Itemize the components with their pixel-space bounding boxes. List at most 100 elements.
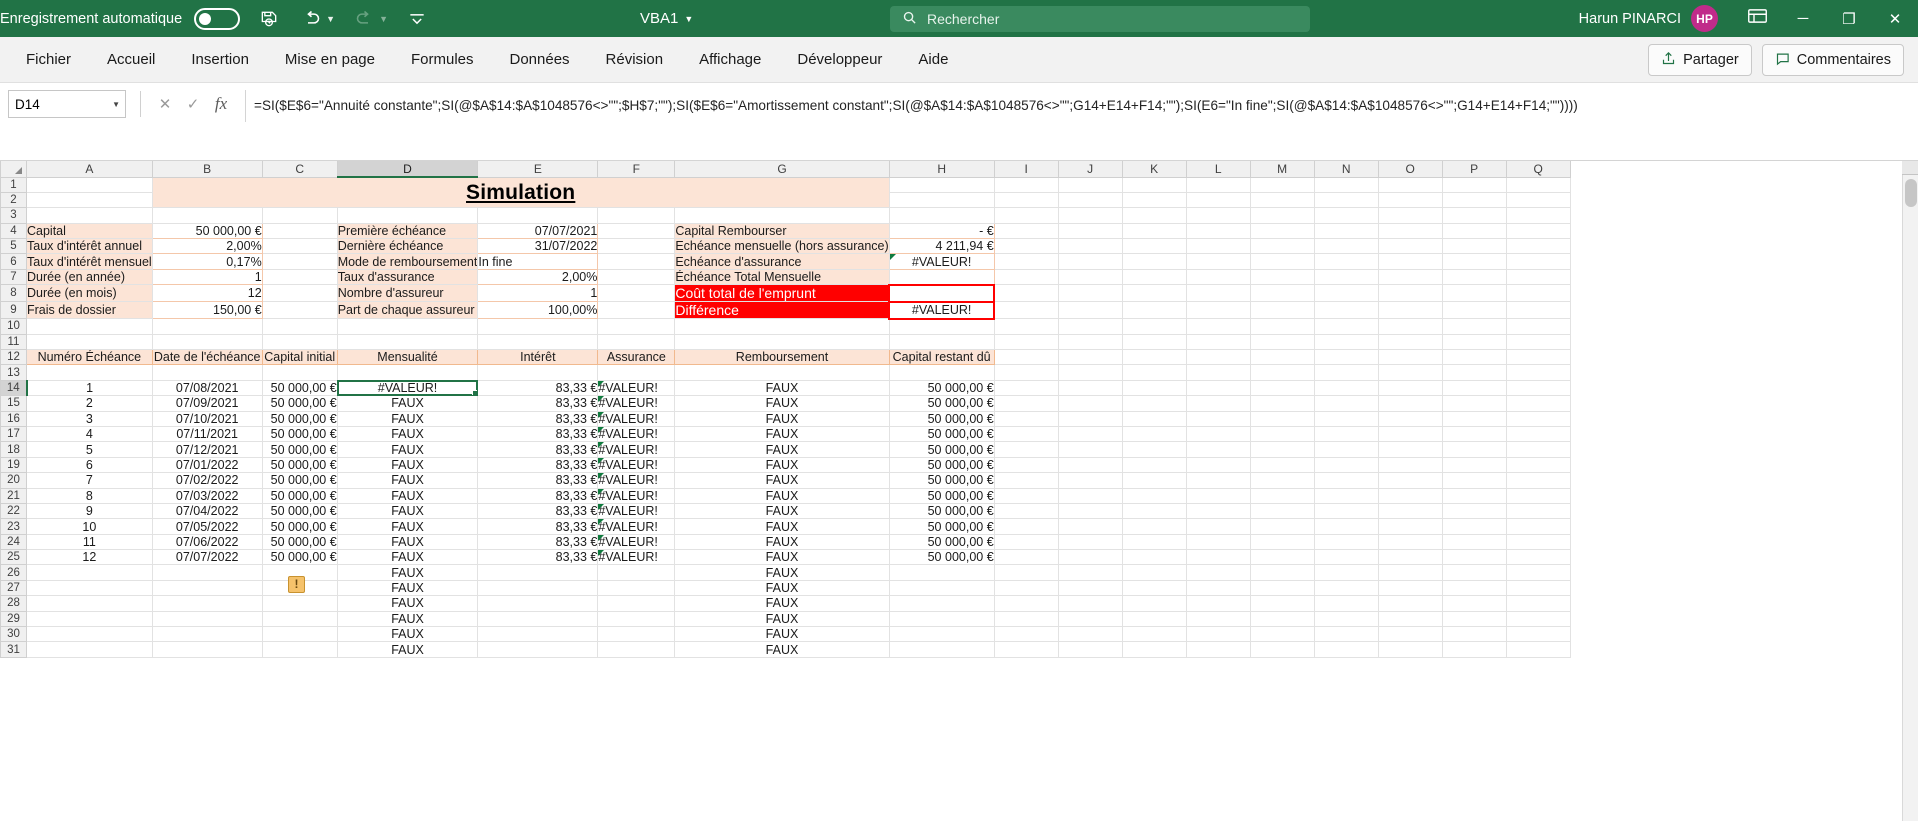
cell-C18[interactable]: 50 000,00 € <box>262 441 338 458</box>
maximize-button[interactable]: ❐ <box>1826 0 1872 37</box>
ribbon-tab-formules[interactable]: Formules <box>393 45 492 74</box>
cell-A21[interactable]: 8 <box>26 488 153 504</box>
cell-O30[interactable] <box>1378 626 1443 643</box>
cell-I4[interactable] <box>994 223 1059 240</box>
cell-D10[interactable] <box>337 318 479 335</box>
cell-M29[interactable] <box>1250 611 1315 628</box>
cell-G14[interactable]: FAUX <box>674 380 890 397</box>
cell-G7[interactable]: Échéance Total Mensuelle <box>674 269 890 286</box>
search-input[interactable]: Rechercher <box>890 5 1310 32</box>
cell-L19[interactable] <box>1186 457 1251 474</box>
cell-K16[interactable] <box>1122 411 1187 427</box>
cell-L24[interactable] <box>1186 534 1251 551</box>
cell-Q17[interactable] <box>1506 426 1571 443</box>
cell-Q15[interactable] <box>1506 395 1571 412</box>
cell-B14[interactable]: 07/08/2021 <box>152 380 263 397</box>
cell-N30[interactable] <box>1314 626 1379 643</box>
cell-M16[interactable] <box>1250 411 1315 427</box>
cell-F12[interactable]: Assurance <box>597 349 676 366</box>
row-header-25[interactable]: 25 <box>0 549 27 566</box>
cell-O24[interactable] <box>1378 534 1443 551</box>
cell-P2[interactable] <box>1442 192 1507 209</box>
warning-exclamation-icon[interactable]: ! <box>288 576 305 593</box>
cell-K11[interactable] <box>1122 334 1187 351</box>
cell-B26[interactable] <box>152 564 263 581</box>
cell-P9[interactable] <box>1442 301 1507 320</box>
cell-E25[interactable]: 83,33 € <box>477 549 599 566</box>
row-header-12[interactable]: 12 <box>0 349 27 366</box>
cell-K31[interactable] <box>1122 641 1187 658</box>
cell-D18[interactable]: FAUX <box>337 441 479 458</box>
cell-Q13[interactable] <box>1506 364 1571 381</box>
chevron-down-icon[interactable]: ▼ <box>112 100 120 109</box>
cell-P27[interactable] <box>1442 580 1507 597</box>
cell-F26[interactable] <box>597 564 676 581</box>
cell-N24[interactable] <box>1314 534 1379 551</box>
row-header-2[interactable]: 2 <box>0 191 27 209</box>
cell-E8[interactable]: 1 <box>477 284 599 303</box>
cell-K28[interactable] <box>1122 595 1187 612</box>
cell-C30[interactable] <box>262 626 338 643</box>
cell-D29[interactable]: FAUX <box>337 611 479 628</box>
cell-C25[interactable]: 50 000,00 € <box>262 549 338 566</box>
cell-K30[interactable] <box>1122 626 1187 643</box>
cell-O29[interactable] <box>1378 611 1443 628</box>
cell-K29[interactable] <box>1122 611 1187 628</box>
cell-F23[interactable]: #VALEUR! <box>597 518 676 535</box>
cell-F31[interactable] <box>597 641 676 658</box>
cell-D25[interactable]: FAUX <box>337 549 479 566</box>
ribbon-tab-accueil[interactable]: Accueil <box>89 45 173 74</box>
cell-P7[interactable] <box>1442 269 1507 286</box>
ribbon-tab-fichier[interactable]: Fichier <box>8 45 89 74</box>
cell-D17[interactable]: FAUX <box>337 426 479 443</box>
cell-N1[interactable] <box>1314 177 1379 193</box>
cell-G27[interactable]: FAUX <box>674 580 890 597</box>
cell-H1[interactable] <box>889 177 995 193</box>
cell-E31[interactable] <box>477 641 599 658</box>
cell-G5[interactable]: Echéance mensuelle (hors assurance) <box>674 238 890 255</box>
cell-A31[interactable] <box>26 641 153 658</box>
cell-G15[interactable]: FAUX <box>674 395 890 412</box>
cell-H23[interactable]: 50 000,00 € <box>889 518 995 535</box>
cell-P26[interactable] <box>1442 564 1507 581</box>
row-header-10[interactable]: 10 <box>0 318 27 335</box>
cell-E20[interactable]: 83,33 € <box>477 472 599 489</box>
cell-Q14[interactable] <box>1506 380 1571 397</box>
cell-F9[interactable] <box>597 301 676 320</box>
row-header-18[interactable]: 18 <box>0 441 27 458</box>
cell-N22[interactable] <box>1314 503 1379 520</box>
cell-N27[interactable] <box>1314 580 1379 597</box>
cell-O3[interactable] <box>1378 207 1443 224</box>
cell-G30[interactable]: FAUX <box>674 626 890 643</box>
cell-G18[interactable]: FAUX <box>674 441 890 458</box>
cell-Q7[interactable] <box>1506 269 1571 286</box>
cell-I20[interactable] <box>994 472 1059 489</box>
cell-A11[interactable] <box>26 334 153 351</box>
cell-N15[interactable] <box>1314 395 1379 412</box>
cell-I1[interactable] <box>994 177 1059 193</box>
document-title[interactable]: VBA1 ▼ <box>640 10 693 27</box>
cell-N7[interactable] <box>1314 269 1379 286</box>
cell-K24[interactable] <box>1122 534 1187 551</box>
split-handle[interactable] <box>1902 161 1918 175</box>
cell-J19[interactable] <box>1058 457 1123 474</box>
cell-O27[interactable] <box>1378 580 1443 597</box>
cell-P18[interactable] <box>1442 441 1507 458</box>
cell-A24[interactable]: 11 <box>26 534 153 551</box>
cell-P16[interactable] <box>1442 411 1507 427</box>
cell-A29[interactable] <box>26 611 153 628</box>
cell-D14[interactable]: #VALEUR! <box>337 380 479 397</box>
cell-E12[interactable]: Intérêt <box>477 349 599 366</box>
cell-O7[interactable] <box>1378 269 1443 286</box>
cell-D22[interactable]: FAUX <box>337 503 479 520</box>
cell-F15[interactable]: #VALEUR! <box>597 395 676 412</box>
cell-H21[interactable]: 50 000,00 € <box>889 488 995 504</box>
cell-L20[interactable] <box>1186 472 1251 489</box>
column-header-M[interactable]: M <box>1249 161 1315 178</box>
cell-D15[interactable]: FAUX <box>337 395 479 412</box>
cell-P23[interactable] <box>1442 518 1507 535</box>
cell-E6[interactable]: In fine <box>477 253 599 270</box>
row-header-17[interactable]: 17 <box>0 425 27 443</box>
cell-F5[interactable] <box>597 238 676 255</box>
cell-A10[interactable] <box>26 318 153 335</box>
